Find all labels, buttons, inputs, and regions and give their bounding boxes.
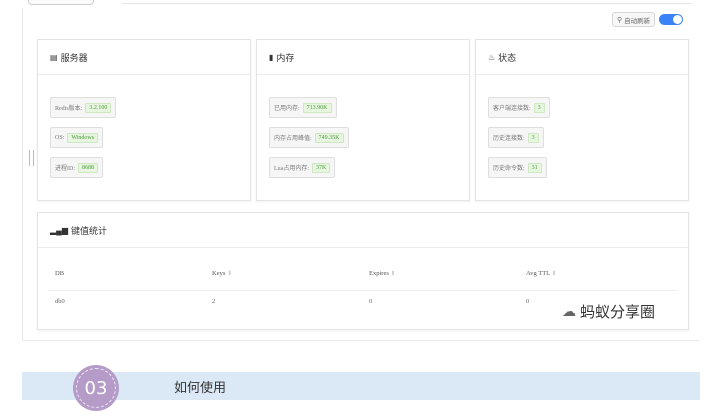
info-value: 713.90K bbox=[302, 102, 332, 113]
toggle-knob bbox=[673, 15, 683, 24]
info-label: 内存占用峰值: bbox=[274, 136, 312, 142]
info-value: 3 bbox=[533, 102, 545, 113]
table-cell-db: db0 bbox=[55, 298, 65, 305]
key-stats-title: 键值统计 bbox=[70, 225, 107, 236]
info-value: 31 bbox=[527, 162, 542, 173]
status-icon: ♨ bbox=[488, 52, 496, 62]
top-divider bbox=[122, 3, 692, 4]
auto-refresh-label: 自动刷新 bbox=[624, 17, 651, 25]
status-info-row: 历史命令数: 31 bbox=[488, 157, 547, 178]
section-number-badge: 03 bbox=[73, 365, 119, 411]
table-cell-avg-ttl: 0 bbox=[526, 298, 530, 305]
memory-info-row: 已用内存: 713.90K bbox=[269, 97, 337, 118]
active-tab[interactable] bbox=[28, 0, 94, 5]
info-value: 749.35K bbox=[314, 132, 344, 143]
info-label: 进程ID: bbox=[55, 166, 75, 172]
watermark: ☁ 蚂蚁分享圈 bbox=[562, 301, 655, 322]
table-cell-keys: 2 bbox=[212, 298, 216, 305]
server-card-title: 服务器 bbox=[60, 52, 88, 63]
column-header-expires[interactable]: Expires ⇕ bbox=[369, 270, 396, 277]
resize-handle[interactable] bbox=[29, 150, 34, 166]
info-value: Windows bbox=[67, 132, 99, 143]
column-header-avg-ttl[interactable]: Avg TTL ⇕ bbox=[526, 270, 557, 277]
info-label: OS: bbox=[55, 134, 65, 141]
status-card-title: 状态 bbox=[498, 52, 517, 63]
sort-icon[interactable]: ⇕ bbox=[390, 271, 395, 277]
server-card: ▤ 服务器 Redis版本: 3.2.100 OS: Windows 进程ID:… bbox=[37, 39, 251, 201]
status-card-header: ♨ 状态 bbox=[476, 40, 688, 75]
info-label: 历史命令数: bbox=[493, 166, 525, 172]
column-header-db: DB bbox=[55, 270, 65, 277]
sort-icon[interactable]: ⇕ bbox=[227, 271, 232, 277]
status-info-row: 客户端连接数: 3 bbox=[488, 97, 550, 118]
auto-refresh-button[interactable]: ⚲ 自动刷新 bbox=[612, 12, 656, 27]
info-label: 历史连接数: bbox=[493, 136, 525, 142]
table-cell-expires: 0 bbox=[369, 298, 373, 305]
section-banner bbox=[22, 372, 700, 400]
section-title: 如何使用 bbox=[174, 381, 227, 396]
watermark-text: 蚂蚁分享圈 bbox=[580, 303, 656, 321]
auto-refresh-control: ⚲ 自动刷新 bbox=[612, 12, 684, 27]
memory-info-row: 内存占用峰值: 749.35K bbox=[269, 127, 349, 148]
wechat-icon: ☁ bbox=[562, 303, 576, 320]
section-number: 03 bbox=[76, 368, 116, 408]
search-icon: ⚲ bbox=[617, 15, 623, 24]
memory-card: ▮ 内存 已用内存: 713.90K 内存占用峰值: 749.35K Lua占用… bbox=[256, 39, 470, 201]
memory-info-row: Lua占用内存: 37K bbox=[269, 157, 336, 178]
server-info-row: Redis版本: 3.2.100 bbox=[50, 97, 117, 118]
top-bar bbox=[0, 0, 715, 6]
server-info-row: OS: Windows bbox=[50, 127, 104, 148]
info-label: 客户端连接数: bbox=[493, 106, 531, 112]
info-value: 3 bbox=[527, 132, 539, 143]
info-value: 37K bbox=[312, 162, 331, 173]
info-label: Redis版本: bbox=[55, 106, 83, 112]
auto-refresh-toggle[interactable] bbox=[659, 14, 684, 25]
server-icon: ▤ bbox=[50, 52, 58, 62]
key-stats-header: ▂▄▆ 键值统计 bbox=[38, 213, 688, 248]
info-label: 已用内存: bbox=[274, 106, 300, 112]
column-header-keys[interactable]: Keys ⇕ bbox=[212, 270, 232, 277]
info-value: 3.2.100 bbox=[85, 102, 112, 113]
memory-card-title: 内存 bbox=[276, 52, 295, 63]
sort-icon[interactable]: ⇕ bbox=[552, 271, 557, 277]
info-value: 8688 bbox=[78, 162, 98, 173]
status-info-row: 历史连接数: 3 bbox=[488, 127, 544, 148]
bar-chart-icon: ▂▄▆ bbox=[50, 225, 68, 235]
table-divider bbox=[48, 290, 678, 291]
server-card-header: ▤ 服务器 bbox=[38, 40, 250, 75]
info-label: Lua占用内存: bbox=[274, 166, 309, 172]
status-card: ♨ 状态 客户端连接数: 3 历史连接数: 3 历史命令数: 31 bbox=[475, 39, 689, 201]
memory-card-header: ▮ 内存 bbox=[257, 40, 469, 75]
server-info-row: 进程ID: 8688 bbox=[50, 157, 103, 178]
memory-icon: ▮ bbox=[269, 52, 274, 62]
